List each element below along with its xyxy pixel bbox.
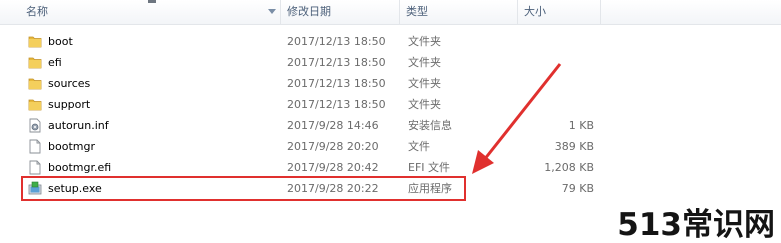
watermark-text: 513常识网 [617, 207, 775, 243]
